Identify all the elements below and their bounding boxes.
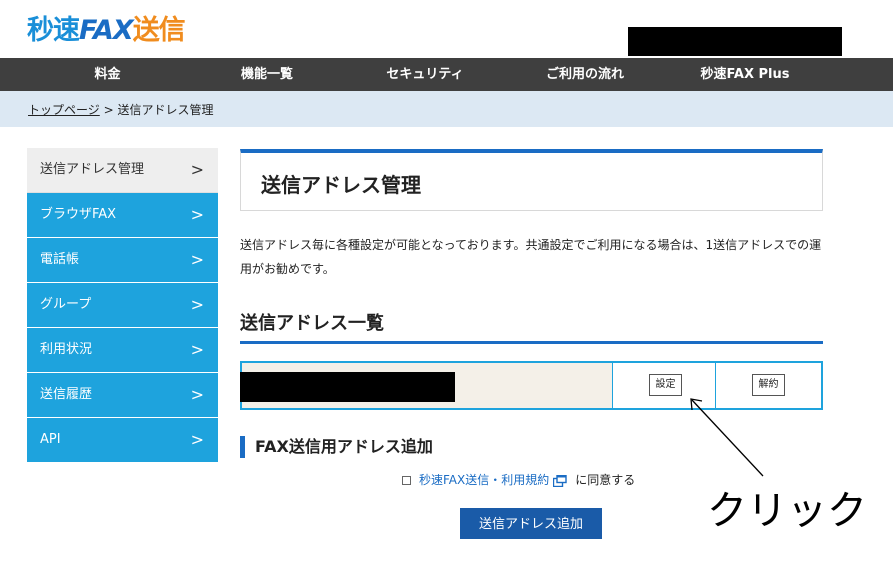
heading-underline [240, 341, 823, 344]
sidebar-item-label: グループ [40, 297, 92, 312]
chevron-right-icon: > [190, 160, 204, 179]
agree-checkbox[interactable] [402, 476, 411, 485]
sidebar-item-label: 送信履歴 [40, 387, 93, 402]
sidebar-item-browser-fax[interactable]: ブラウザFAX > [27, 193, 218, 238]
page-description: 送信アドレス毎に各種設定が可能となっております。共通設定でご利用になる場合は、1… [240, 238, 822, 276]
breadcrumb-home-link[interactable]: トップページ [28, 103, 100, 117]
breadcrumb-bar: トップページ > 送信アドレス管理 [0, 91, 893, 127]
sidebar-item-api[interactable]: API > [27, 418, 218, 463]
sidebar-item-phonebook[interactable]: 電話帳 > [27, 238, 218, 283]
settings-button[interactable]: 設定 [649, 374, 682, 396]
logo-part-1: 秒速 [27, 15, 80, 46]
annotation-arrow-icon [690, 398, 764, 477]
chevron-right-icon: > [190, 430, 204, 449]
add-address-button[interactable]: 送信アドレス追加 [460, 508, 602, 539]
sidebar-item-usage[interactable]: 利用状況 > [27, 328, 218, 373]
nav-item-pricing[interactable]: 料金 [55, 58, 160, 91]
breadcrumb-current: 送信アドレス管理 [117, 103, 214, 117]
address-cell [240, 363, 613, 408]
nav-item-features[interactable]: 機能一覧 [212, 58, 322, 91]
nav-item-flow[interactable]: ご利用の流れ [525, 58, 645, 91]
add-address-heading: FAX送信用アドレス追加 [240, 436, 433, 458]
nav-item-security[interactable]: セキュリティ [370, 58, 480, 91]
redacted-address [240, 372, 455, 402]
sidebar-item-label: 送信アドレス管理 [40, 162, 145, 177]
logo-part-2: FAX [79, 15, 134, 46]
address-list-heading: 送信アドレス一覧 [240, 313, 384, 334]
chevron-right-icon: > [190, 250, 204, 269]
nav-item-plus[interactable]: 秒速FAX Plus [685, 58, 805, 91]
sidebar-item-label: ブラウザFAX [40, 207, 117, 222]
terms-agreement: 秒速FAX送信・利用規約 に同意する [402, 471, 635, 488]
breadcrumb-separator: > [99, 103, 118, 117]
chevron-right-icon: > [190, 385, 204, 404]
external-link-icon [553, 474, 567, 487]
sidebar-item-label: API [40, 432, 61, 447]
agree-suffix: に同意する [575, 473, 636, 487]
sidebar-item-label: 電話帳 [40, 252, 80, 267]
sidebar-item-group[interactable]: グループ > [27, 283, 218, 328]
logo-part-3: 送信 [132, 15, 186, 46]
sidebar-item-address-management[interactable]: 送信アドレス管理 > [27, 148, 218, 193]
site-header: 秒速FAX送信 [0, 0, 893, 58]
cancel-contract-button[interactable]: 解約 [752, 374, 785, 396]
site-logo[interactable]: 秒速FAX送信 [27, 8, 186, 47]
global-nav: 料金 機能一覧 セキュリティ ご利用の流れ 秒速FAX Plus [0, 58, 893, 91]
page-title: 送信アドレス管理 [261, 173, 421, 197]
breadcrumb: トップページ > 送信アドレス管理 [28, 101, 213, 118]
redacted-account-info [628, 27, 842, 56]
click-annotation: クリック [707, 488, 867, 534]
chevron-right-icon: > [190, 340, 204, 359]
sidebar-item-history[interactable]: 送信履歴 > [27, 373, 218, 418]
page-title-box: 送信アドレス管理 [240, 149, 823, 211]
sidebar-item-label: 利用状況 [40, 342, 93, 357]
terms-link[interactable]: 秒速FAX送信・利用規約 [419, 473, 549, 487]
chevron-right-icon: > [190, 295, 204, 314]
sidebar: 送信アドレス管理 > ブラウザFAX > 電話帳 > グループ > 利用状況 >… [27, 148, 218, 463]
chevron-right-icon: > [190, 205, 204, 224]
